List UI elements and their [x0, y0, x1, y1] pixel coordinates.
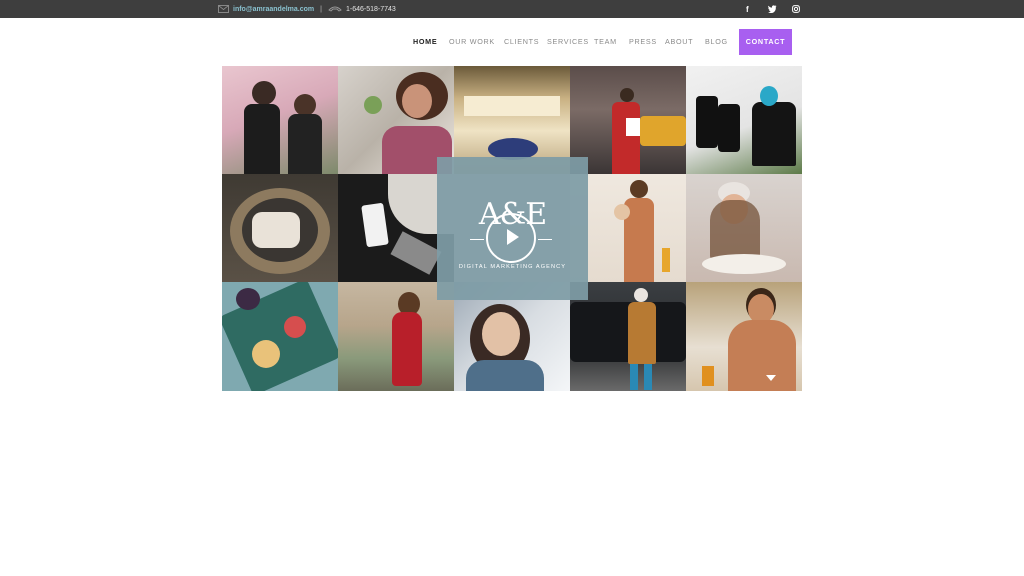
- email-link[interactable]: info@amraandelma.com: [233, 6, 314, 13]
- nav-our-work[interactable]: OUR WORK: [449, 29, 495, 55]
- facebook-glyph: f: [746, 4, 749, 14]
- mail-icon: [218, 5, 229, 13]
- twitter-glyph: [768, 5, 777, 13]
- brand-tagline: DIGITAL MARKETING AGENCY: [458, 264, 567, 270]
- nav-home[interactable]: HOME: [413, 29, 437, 55]
- contact-separator: |: [320, 5, 322, 13]
- play-icon[interactable]: [470, 213, 552, 263]
- instagram-glyph: [792, 5, 800, 13]
- nav-about[interactable]: ABOUT: [665, 29, 693, 55]
- photo-tile-food-tray: [222, 282, 338, 391]
- contact-info: info@amraandelma.com | 1-646-518-7743: [218, 0, 396, 18]
- chevron-down-icon[interactable]: [766, 375, 776, 381]
- photo-tile-woman-cap-breakfast: [686, 174, 802, 282]
- brand-logo-overlay[interactable]: A&E DIGITAL MARKETING AGENCY: [437, 157, 588, 300]
- photo-tile-two-women-blossoms: [222, 66, 338, 174]
- top-bar: info@amraandelma.com | 1-646-518-7743 f: [0, 0, 1024, 18]
- phone-number[interactable]: 1-646-518-7743: [346, 6, 396, 13]
- nav-clients[interactable]: CLIENTS: [504, 29, 539, 55]
- play-triangle: [507, 229, 519, 245]
- ring-line-right: [538, 239, 552, 240]
- twitter-icon[interactable]: [768, 0, 777, 18]
- photo-tile-rattan-chair: [222, 174, 338, 282]
- nav-team[interactable]: TEAM: [594, 29, 617, 55]
- nav-blog[interactable]: BLOG: [705, 29, 728, 55]
- instagram-icon[interactable]: [792, 0, 800, 18]
- facebook-icon[interactable]: f: [746, 0, 749, 18]
- contact-button[interactable]: CONTACT: [739, 29, 792, 55]
- nav-services[interactable]: SERVICES: [547, 29, 589, 55]
- photo-tile-boots-handbag: [686, 66, 802, 174]
- photo-tile-man-shirtless: [686, 282, 802, 391]
- ring-line-left: [470, 239, 484, 240]
- nav-press[interactable]: PRESS: [629, 29, 657, 55]
- phone-icon: [328, 6, 342, 12]
